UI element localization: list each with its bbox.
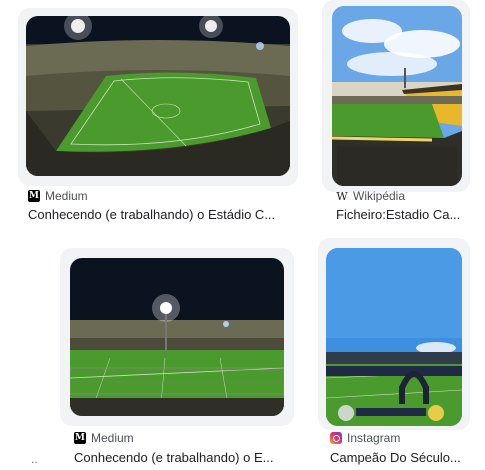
overflow-marker: .. — [31, 452, 38, 466]
result-source-3: M Medium — [74, 431, 134, 445]
result-source-2: W Wikipédia — [336, 189, 405, 203]
source-label: Instagram — [347, 431, 401, 445]
stadium-day-image[interactable] — [332, 6, 462, 186]
stadium-floodlight-image[interactable] — [70, 258, 284, 416]
source-label: Wikipédia — [353, 189, 406, 203]
instagram-icon — [330, 432, 342, 444]
stadium-celebration-image[interactable] — [326, 248, 462, 426]
result-title-1[interactable]: Conhecendo (e trabalhando) o Estádio C..… — [28, 207, 308, 222]
result-source-4: Instagram — [330, 431, 400, 445]
result-title-4[interactable]: Campeão Do Século... — [330, 450, 478, 465]
result-title-3[interactable]: Conhecendo (e trabalhando) o E... — [74, 450, 304, 465]
medium-icon: M — [74, 432, 86, 444]
stadium-night-image[interactable] — [26, 16, 290, 176]
source-label: Medium — [91, 431, 134, 445]
source-label: Medium — [45, 189, 88, 203]
result-source-1: M Medium — [28, 189, 88, 203]
medium-icon: M — [28, 190, 40, 202]
result-title-2[interactable]: Ficheiro:Estadio Ca... — [336, 207, 476, 222]
wikipedia-icon: W — [336, 189, 348, 203]
